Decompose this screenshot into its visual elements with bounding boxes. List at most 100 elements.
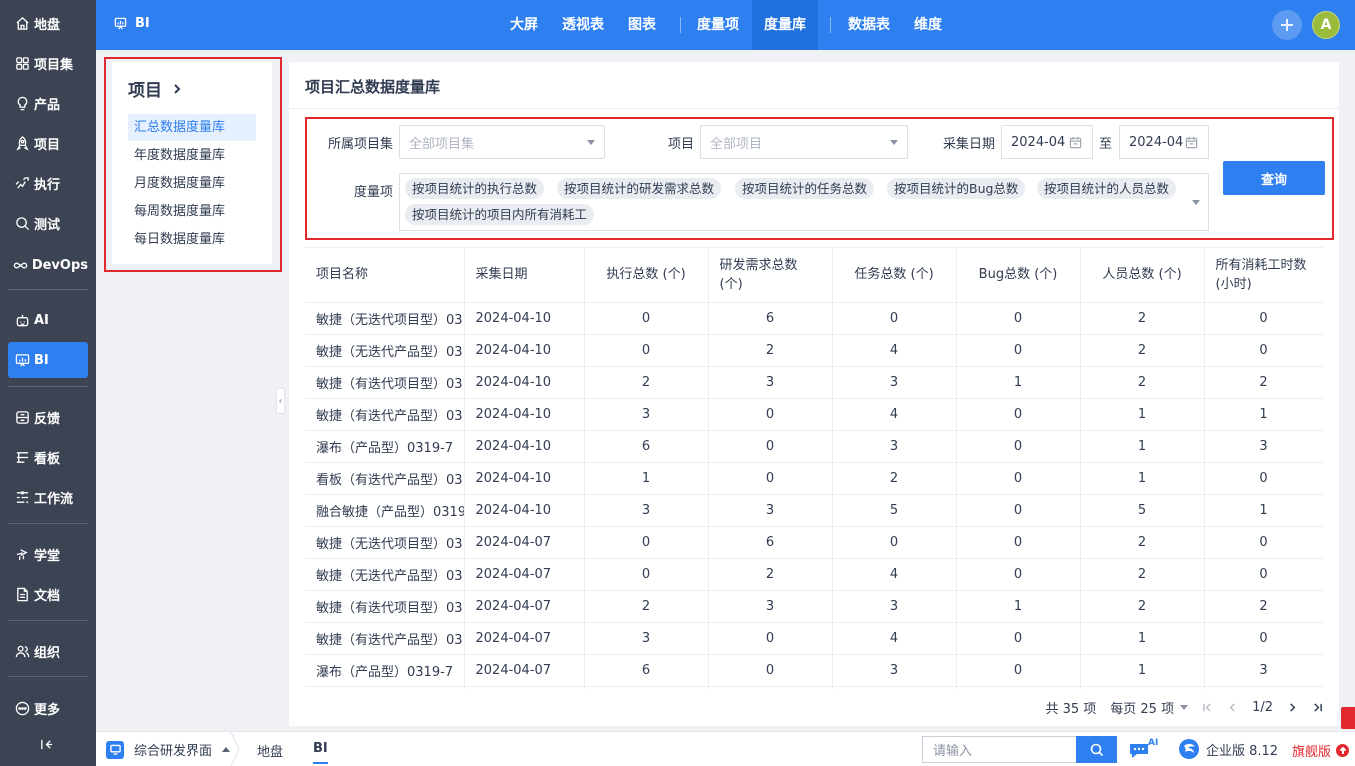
object-switcher[interactable]: 项目 [128,76,182,101]
last-page-icon[interactable] [1312,702,1323,713]
col-bug-count[interactable]: Bug总数 (个) [956,248,1081,303]
table-row[interactable]: 敏捷（无迭代产品型）031 2024-04-10 0 2 4 0 2 0 [305,334,1323,367]
sidebar-item-项目集[interactable]: 项目集 [8,45,88,81]
tab-data-table[interactable]: 数据表 [844,0,894,50]
sidebar-item-看板[interactable]: 看板 [8,439,88,475]
page-size-select[interactable]: 每页 25 项 [1110,698,1189,717]
sidebar-item-工作流[interactable]: 工作流 [8,479,88,515]
sidebar-item-label: BI [34,352,49,368]
sidebar-item-学堂[interactable]: 学堂 [8,536,88,572]
table-row[interactable]: 敏捷（有迭代产品型）031 2024-04-07 3 0 4 0 1 0 [305,622,1323,655]
caret-down-icon [587,140,595,145]
metric-tag[interactable]: 按项目统计的人员总数 [1037,178,1177,199]
table-row[interactable]: 融合敏捷（产品型）0319- 2024-04-10 3 3 5 0 5 1 [305,494,1323,527]
table-cell [1080,686,1205,689]
sidebar-item-地盘[interactable]: 地盘 [8,5,88,41]
table-row[interactable]: 敏捷（有迭代项目型）031 2024-04-07 2 3 3 1 2 2 [305,590,1323,623]
tab-screen[interactable]: 大屏 [501,0,547,50]
library-item-weekly[interactable]: 每周数据度量库 [128,198,256,225]
search-input[interactable]: 请输入 [922,736,1077,763]
program-select[interactable]: 全部项目集 [399,125,605,159]
metric-tag[interactable]: 按项目统计的Bug总数 [887,178,1026,199]
chevron-right-icon [174,83,181,94]
create-button[interactable] [1272,10,1302,40]
tab-chart[interactable]: 图表 [621,0,663,50]
sidebar-item-项目[interactable]: 项目 [8,125,88,161]
run-icon [8,176,34,191]
crumb-dashboard[interactable]: 地盘 [257,741,283,760]
col-member-count[interactable]: 人员总数 (个) [1080,248,1205,303]
tab-divider [680,17,681,33]
tab-dimension[interactable]: 维度 [908,0,948,50]
date-from-value: 2024-04 [1011,134,1066,150]
prev-page-icon[interactable] [1227,702,1238,713]
avatar[interactable]: A [1312,11,1340,39]
search-button[interactable] [1076,736,1117,763]
sidebar-item-反馈[interactable]: 反馈 [8,399,88,435]
sidebar-item-devops[interactable]: DevOps [8,247,88,283]
tab-pivot[interactable]: 透视表 [554,0,612,50]
table-row[interactable] [305,686,1323,689]
library-item-summary[interactable]: 汇总数据度量库 [128,114,256,141]
crumb-bi[interactable]: BI [313,741,328,764]
sidebar-item-文档[interactable]: 文档 [8,576,88,612]
doc-icon [8,587,34,602]
tab-metric[interactable]: 度量项 [693,0,743,50]
col-task-count[interactable]: 任务总数 (个) [832,248,957,303]
first-page-icon[interactable] [1202,702,1213,713]
sidebar-item-组织[interactable]: 组织 [8,633,88,669]
table-row[interactable]: 敏捷（有迭代项目型）031 2024-04-10 2 3 3 1 2 2 [305,366,1323,399]
date-range-separator: 至 [1099,137,1113,152]
project-select[interactable]: 全部项目 [700,125,908,159]
module-brand[interactable]: BI [114,16,150,31]
flagship-label: 旗舰版 [1292,745,1332,760]
sidebar-item-执行[interactable]: 执行 [8,165,88,201]
table-cell: 4 [832,558,957,591]
metric-tag[interactable]: 按项目统计的研发需求总数 [557,178,722,199]
table-row[interactable]: 看板（有迭代产品型）031 2024-04-10 1 0 2 0 1 0 [305,462,1323,495]
col-execution-count[interactable]: 执行总数 (个) [584,248,709,303]
table-cell: 2 [1080,302,1205,335]
col-consumed-hours[interactable]: 所有消耗工时数 (小时) [1204,248,1323,303]
col-project-name[interactable]: 项目名称 [305,248,465,303]
date-to-input[interactable]: 2024-04 [1119,125,1209,159]
metric-tag[interactable]: 按项目统计的项目内所有消耗工 [405,204,595,225]
library-item-yearly[interactable]: 年度数据度量库 [128,142,256,169]
object-title: 项目 [128,81,162,101]
table-row[interactable]: 敏捷（有迭代产品型）031 2024-04-10 3 0 4 0 1 1 [305,398,1323,431]
collapse-sidebar-icon[interactable] [40,738,53,755]
sidebar-item-测试[interactable]: 测试 [8,205,88,241]
sidebar-item-bi[interactable]: BI [8,342,88,378]
metric-multiselect[interactable]: 按项目统计的执行总数 按项目统计的研发需求总数 按项目统计的任务总数 按项目统计… [399,173,1209,231]
table-cell: 2024-04-07 [464,654,585,687]
date-from-input[interactable]: 2024-04 [1001,125,1093,159]
sidebar-item-ai[interactable]: AI [8,302,88,338]
ai-chat-button[interactable]: AI [1128,736,1164,762]
sidebar-item-更多[interactable]: 更多 [8,690,88,726]
table-row[interactable]: 瀑布（产品型）0319-7 2024-04-07 6 0 3 0 1 3 [305,654,1323,687]
sidebar-item-产品[interactable]: 产品 [8,85,88,121]
table-row[interactable]: 敏捷（无迭代项目型）031 2024-04-07 0 6 0 0 2 0 [305,526,1323,559]
next-page-icon[interactable] [1287,702,1298,713]
library-item-daily[interactable]: 每日数据度量库 [128,226,256,253]
side-feedback-tab[interactable] [1341,707,1355,729]
query-button[interactable]: 查询 [1223,161,1325,195]
table-scrollbar[interactable] [1327,247,1335,689]
metric-tag[interactable]: 按项目统计的执行总数 [405,178,545,199]
table-row[interactable]: 敏捷（无迭代项目型）031 2024-04-10 0 6 0 0 2 0 [305,302,1323,335]
collapse-panel-handle[interactable]: ‹ [276,388,285,414]
tab-metric-library[interactable]: 度量库 [752,0,818,50]
table-cell: 3 [832,590,957,623]
metric-tag[interactable]: 按项目统计的任务总数 [735,178,875,199]
library-item-monthly[interactable]: 月度数据度量库 [128,170,256,197]
col-collect-date[interactable]: 采集日期 [464,248,585,303]
workspace-switcher[interactable]: 综合研发界面 [106,740,231,759]
flagship-upgrade[interactable]: 旗舰版 [1292,741,1350,760]
table-row[interactable]: 敏捷（无迭代产品型）031 2024-04-07 0 2 4 0 2 0 [305,558,1323,591]
table-cell: 2 [1204,590,1323,623]
col-story-count[interactable]: 研发需求总数 (个) [708,248,833,303]
table-cell: 0 [708,462,833,495]
edition-info[interactable]: 企业版 8.12 [1178,738,1278,760]
sidebar-item-label: 项目 [34,137,61,153]
table-row[interactable]: 瀑布（产品型）0319-7 2024-04-10 6 0 3 0 1 3 [305,430,1323,463]
